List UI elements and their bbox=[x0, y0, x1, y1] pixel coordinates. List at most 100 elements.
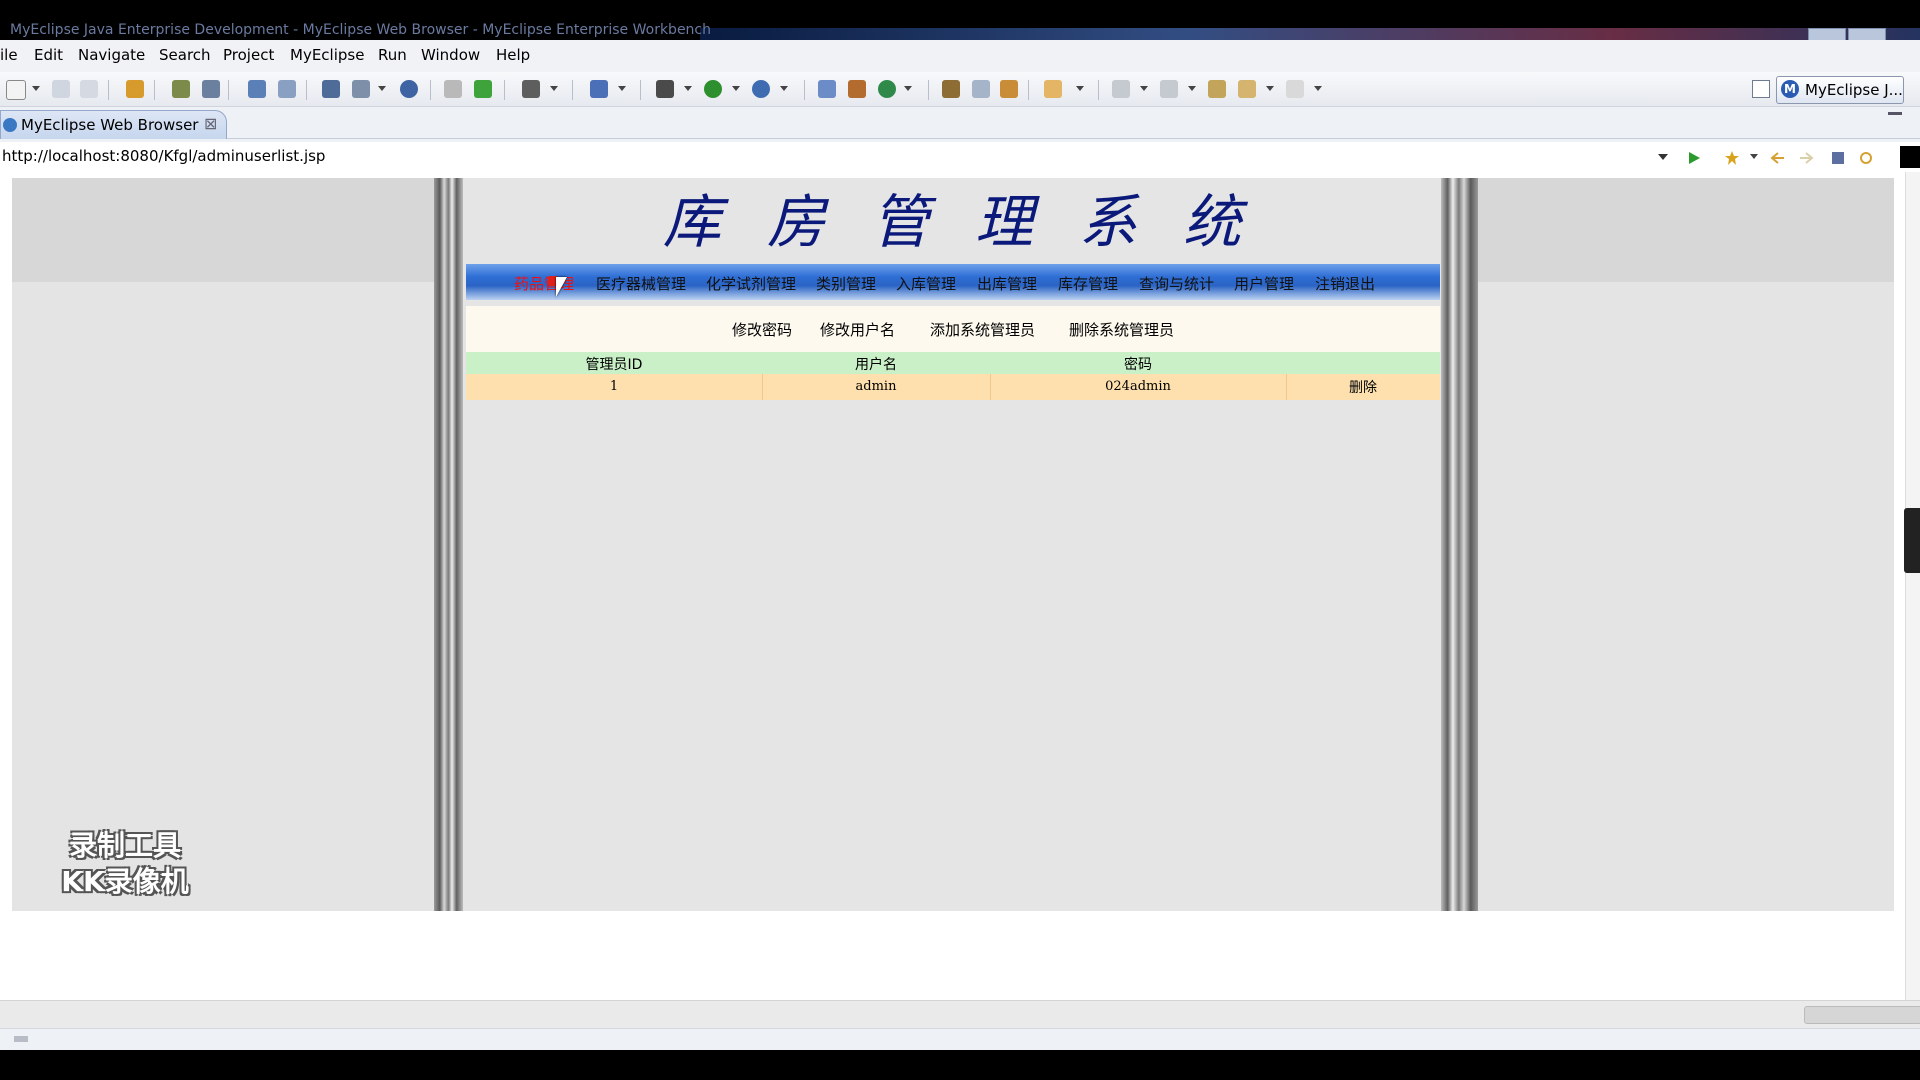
back-nav-icon[interactable] bbox=[1770, 150, 1786, 166]
forward-icon[interactable] bbox=[1286, 80, 1304, 98]
new-class-dropdown-icon[interactable] bbox=[904, 86, 912, 91]
package-icon[interactable] bbox=[126, 80, 144, 98]
menu-help[interactable]: Help bbox=[496, 46, 530, 64]
minimize-view-icon[interactable] bbox=[1888, 112, 1902, 115]
status-bar bbox=[0, 1028, 1920, 1051]
header-admin-id: 管理员ID bbox=[585, 357, 643, 373]
page-title: 库房管理系统 bbox=[662, 188, 1287, 256]
run-external-icon[interactable] bbox=[752, 80, 770, 98]
nav-query-statistics[interactable]: 查询与统计 bbox=[1139, 273, 1214, 294]
url-input[interactable] bbox=[2, 145, 1642, 167]
generate-dropdown-icon[interactable] bbox=[378, 86, 386, 91]
next-annotation-icon[interactable] bbox=[1112, 80, 1130, 98]
back-dropdown-icon[interactable] bbox=[1266, 86, 1274, 91]
forward-nav-icon[interactable] bbox=[1798, 150, 1814, 166]
new-server-icon[interactable] bbox=[590, 80, 608, 98]
web-project-icon[interactable] bbox=[248, 80, 266, 98]
menu-navigate[interactable]: Navigate bbox=[78, 46, 145, 64]
nav-user-management[interactable]: 用户管理 bbox=[1234, 273, 1294, 294]
go-icon[interactable] bbox=[1686, 150, 1702, 166]
back-icon[interactable] bbox=[1238, 80, 1256, 98]
cell-admin-id: 1 bbox=[609, 379, 619, 394]
header-password: 密码 bbox=[1124, 357, 1152, 373]
add-icon[interactable] bbox=[474, 80, 492, 98]
menu-window[interactable]: Window bbox=[421, 46, 480, 64]
save-icon[interactable] bbox=[52, 80, 70, 98]
search-icon[interactable] bbox=[972, 80, 990, 98]
forward-dropdown-icon[interactable] bbox=[1314, 86, 1322, 91]
url-history-dropdown-icon[interactable] bbox=[1658, 154, 1668, 160]
close-icon[interactable]: ⊠ bbox=[204, 114, 217, 133]
open-folder-icon[interactable] bbox=[444, 80, 462, 98]
new-java-project-icon[interactable] bbox=[818, 80, 836, 98]
nav-category[interactable]: 类别管理 bbox=[816, 273, 876, 294]
stop-icon[interactable] bbox=[1830, 150, 1846, 166]
change-password-link[interactable]: 修改密码 bbox=[732, 319, 792, 340]
refresh-icon[interactable] bbox=[1858, 150, 1874, 166]
menu-run[interactable]: Run bbox=[378, 46, 407, 64]
nav-logout[interactable]: 注销退出 bbox=[1315, 273, 1375, 294]
nav-stock-in[interactable]: 入库管理 bbox=[896, 273, 956, 294]
favorites-dropdown-icon[interactable] bbox=[1750, 154, 1758, 159]
myeclipse-logo-icon: M bbox=[1781, 80, 1799, 98]
print-icon[interactable] bbox=[80, 80, 98, 98]
run-dropdown-icon[interactable] bbox=[732, 86, 740, 91]
mouse-cursor-icon bbox=[556, 277, 567, 297]
nav-inventory[interactable]: 库存管理 bbox=[1058, 273, 1118, 294]
window-title: MyEclipse Java Enterprise Development - … bbox=[10, 22, 711, 38]
delete-admin-link[interactable]: 删除系统管理员 bbox=[1069, 319, 1174, 340]
new-package-icon[interactable] bbox=[848, 80, 866, 98]
menu-myeclipse[interactable]: MyEclipse bbox=[290, 46, 364, 64]
new-server-dropdown-icon[interactable] bbox=[618, 86, 626, 91]
open-perspective-icon[interactable] bbox=[1752, 80, 1770, 98]
add-admin-link[interactable]: 添加系统管理员 bbox=[930, 319, 1035, 340]
run-external-dropdown-icon[interactable] bbox=[780, 86, 788, 91]
horizontal-scroll-thumb[interactable] bbox=[1804, 1006, 1920, 1024]
menu-edit[interactable]: Edit bbox=[34, 46, 63, 64]
previous-annotation-dropdown-icon[interactable] bbox=[1188, 86, 1196, 91]
open-file-dropdown-icon[interactable] bbox=[1076, 86, 1084, 91]
task-icon[interactable] bbox=[1000, 80, 1018, 98]
horizontal-scrollbar[interactable] bbox=[0, 1000, 1920, 1029]
screenshot-icon[interactable] bbox=[522, 80, 540, 98]
tab-web-browser[interactable]: MyEclipse Web Browser ⊠ bbox=[0, 110, 227, 139]
debug-icon[interactable] bbox=[656, 80, 674, 98]
nav-stock-out[interactable]: 出库管理 bbox=[977, 273, 1037, 294]
menu-file[interactable]: ile bbox=[0, 46, 18, 64]
menu-search[interactable]: Search bbox=[159, 46, 211, 64]
favorites-icon[interactable] bbox=[1724, 150, 1740, 166]
window-title-bar: MyEclipse Java Enterprise Development - … bbox=[0, 0, 1920, 40]
perspective-switcher[interactable]: M MyEclipse J... bbox=[1776, 76, 1904, 104]
nav-medical-device[interactable]: 医疗器械管理 bbox=[596, 273, 686, 294]
change-username-link[interactable]: 修改用户名 bbox=[820, 319, 895, 340]
browser-icon[interactable] bbox=[400, 80, 418, 98]
debug-dropdown-icon[interactable] bbox=[684, 86, 692, 91]
new-icon[interactable] bbox=[6, 80, 26, 100]
cell-divider bbox=[990, 374, 991, 400]
debug-server-icon[interactable] bbox=[172, 80, 190, 98]
vertical-scrollbar[interactable] bbox=[1905, 172, 1920, 1000]
next-annotation-dropdown-icon[interactable] bbox=[1140, 86, 1148, 91]
run-icon[interactable] bbox=[704, 80, 722, 98]
menu-project[interactable]: Project bbox=[223, 46, 274, 64]
deploy-icon[interactable] bbox=[202, 80, 220, 98]
open-type-hierarchy-icon[interactable] bbox=[942, 80, 960, 98]
side-panel-handle[interactable] bbox=[1904, 508, 1920, 573]
nav-chemical-reagent[interactable]: 化学试剂管理 bbox=[706, 273, 796, 294]
last-edit-icon[interactable] bbox=[1208, 80, 1226, 98]
maximize-button[interactable] bbox=[1848, 28, 1886, 40]
open-type-icon[interactable] bbox=[322, 80, 340, 98]
previous-annotation-icon[interactable] bbox=[1160, 80, 1178, 98]
screenshot-dropdown-icon[interactable] bbox=[550, 86, 558, 91]
new-dropdown-icon[interactable] bbox=[32, 86, 40, 91]
browser-menu-icon[interactable] bbox=[1900, 146, 1920, 168]
table-row: 1 admin 024admin 删除 bbox=[466, 374, 1440, 400]
right-header-band bbox=[1478, 178, 1894, 282]
delete-link[interactable]: 删除 bbox=[1286, 377, 1440, 397]
minimize-button[interactable] bbox=[1808, 28, 1846, 40]
generate-icon[interactable] bbox=[352, 80, 370, 98]
web-service-icon[interactable] bbox=[278, 80, 296, 98]
new-class-icon[interactable] bbox=[878, 80, 896, 98]
watermark-line-2: KK录像机 bbox=[61, 865, 189, 898]
open-file-icon[interactable] bbox=[1044, 80, 1062, 98]
